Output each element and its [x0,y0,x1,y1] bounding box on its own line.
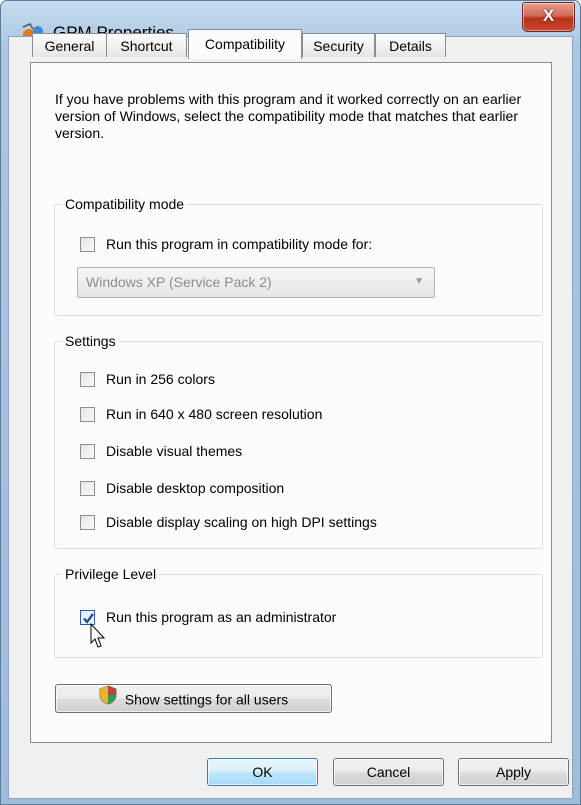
setting-label: Run in 256 colors [106,371,215,387]
tab-label: Details [389,38,432,54]
setting-label: Disable visual themes [106,443,243,459]
setting-256-colors-checkbox[interactable] [80,372,95,387]
apply-button[interactable]: Apply [458,758,569,786]
setting-disable-visual-themes-checkbox[interactable] [80,444,95,459]
tab-label: General [44,38,95,54]
tab-compatibility[interactable]: Compatibility [188,29,302,59]
setting-label: Run in 640 x 480 screen resolution [106,406,323,422]
tab-shortcut[interactable]: Shortcut [106,33,187,57]
ok-button[interactable]: OK [207,758,318,786]
setting-label: Disable display scaling on high DPI sett… [106,514,377,530]
setting-disable-dpi-scaling-checkbox[interactable] [80,515,95,530]
apply-label: Apply [495,764,532,780]
run-as-admin-label: Run this program as an administrator [106,609,337,625]
dropdown-value: Windows XP (Service Pack 2) [86,274,272,290]
tab-label: Compatibility [204,36,286,52]
close-icon: X [542,6,555,25]
compatibility-mode-label: Compatibility mode [62,196,188,212]
tab-label: Security [313,38,364,54]
tab-details[interactable]: Details [375,33,446,57]
intro-text: If you have problems with this program a… [55,91,522,141]
compatibility-os-dropdown[interactable]: Windows XP (Service Pack 2) ▼ [77,267,435,298]
show-settings-all-users-button[interactable]: Show settings for all users [55,684,332,713]
tab-security[interactable]: Security [302,33,375,57]
cancel-label: Cancel [366,764,411,780]
tab-general[interactable]: General [32,33,107,57]
uac-shield-icon [99,685,117,713]
setting-640x480-checkbox[interactable] [80,407,95,422]
compatibility-mode-group [54,204,543,316]
settings-label: Settings [62,333,119,349]
setting-disable-desktop-composition-checkbox[interactable] [80,481,95,496]
show-settings-label: Show settings for all users [124,691,289,708]
mouse-cursor-icon [90,622,106,652]
setting-label: Disable desktop composition [106,480,285,496]
ok-label: OK [252,764,273,780]
privilege-level-label: Privilege Level [62,566,160,582]
chevron-down-icon: ▼ [414,276,424,287]
close-button[interactable]: X [522,2,575,32]
compatibility-mode-checkbox-label: Run this program in compatibility mode f… [106,236,373,252]
tab-label: Shortcut [120,38,173,54]
cancel-button[interactable]: Cancel [333,758,444,786]
compatibility-mode-checkbox[interactable] [80,237,95,252]
